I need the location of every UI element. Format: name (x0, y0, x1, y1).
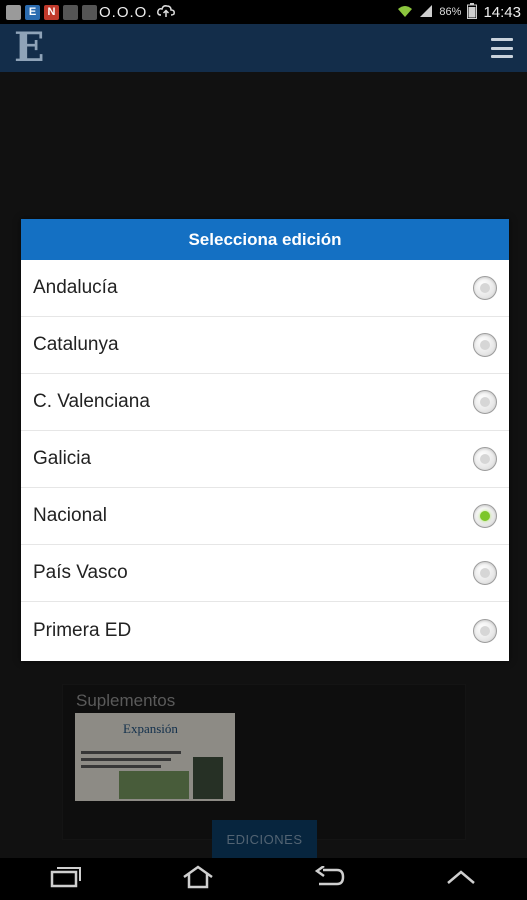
menu-icon-bar (491, 55, 513, 58)
edition-option-label: Primera ED (33, 619, 132, 641)
radio-unchecked-icon[interactable] (473, 390, 497, 414)
collapse-button[interactable] (431, 858, 491, 900)
radio-dot (480, 454, 490, 464)
status-dots: O.O.O. (99, 3, 153, 21)
image-icon (6, 4, 21, 20)
globe-icon (63, 4, 78, 20)
radio-dot (480, 625, 490, 636)
chevron-up-icon (446, 869, 476, 890)
edition-option[interactable]: C. Valenciana (21, 374, 509, 431)
edition-option-label: Nacional (33, 505, 107, 526)
recent-apps-button[interactable] (36, 858, 96, 900)
radio-dot (480, 568, 490, 578)
radio-unchecked-icon[interactable] (473, 561, 497, 585)
radio-checked-icon[interactable] (473, 504, 497, 528)
radio-unchecked-icon[interactable] (473, 276, 497, 300)
screen: EN O.O.O. 86% 14:43 E Suplementos Expans… (0, 0, 527, 900)
menu-icon-bar (491, 38, 513, 41)
radio-dot (480, 340, 490, 350)
signal-icon (419, 4, 433, 21)
radio-unchecked-icon[interactable] (473, 618, 497, 643)
n-app-icon: N (44, 4, 59, 20)
edition-dialog: Selecciona edición Andalucía Catalunya C. … (21, 219, 509, 661)
edition-option[interactable]: Galicia (21, 431, 509, 488)
edition-option[interactable]: Catalunya (21, 317, 509, 374)
edition-option-label: Catalunya (33, 334, 119, 355)
clock: 14:43 (483, 3, 521, 21)
battery-icon (467, 2, 478, 22)
globe-icon-2 (82, 4, 97, 20)
edition-option[interactable]: País Vasco (21, 545, 509, 602)
dialog-title: Selecciona edición (21, 219, 509, 260)
el-mundo-e-icon: E (25, 4, 40, 20)
radio-unchecked-icon[interactable] (473, 333, 497, 357)
radio-dot (480, 283, 490, 293)
edition-option[interactable]: Andalucía (21, 260, 509, 317)
notification-icons: EN (6, 4, 97, 20)
edition-option-label: Andalucía (33, 277, 118, 298)
radio-dot (480, 511, 490, 521)
cloud-upload-icon (156, 4, 175, 21)
edition-option[interactable]: Nacional (21, 488, 509, 545)
edition-options: Andalucía Catalunya C. Valenciana Galicia Na… (21, 260, 509, 659)
back-icon (313, 864, 345, 893)
status-bar: EN O.O.O. 86% 14:43 (0, 0, 527, 24)
app-logo[interactable]: E (14, 28, 45, 68)
navigation-bar (0, 858, 527, 900)
wifi-icon (397, 4, 413, 21)
radio-unchecked-icon[interactable] (473, 447, 497, 471)
back-button[interactable] (299, 858, 359, 900)
home-button[interactable] (168, 858, 228, 900)
battery-percent: 86% (439, 6, 462, 18)
recent-apps-icon (50, 866, 82, 893)
radio-dot (480, 397, 490, 407)
menu-icon-bar (491, 46, 513, 50)
edition-option-label: Galicia (33, 448, 92, 469)
edition-option-label: C. Valenciana (33, 391, 150, 412)
status-right: 86% 14:43 (397, 2, 521, 22)
home-icon (181, 864, 215, 894)
app-bar: E (0, 24, 527, 72)
edition-option[interactable]: Primera ED (21, 602, 509, 659)
menu-button[interactable] (491, 38, 513, 58)
edition-option-label: País Vasco (33, 562, 128, 583)
